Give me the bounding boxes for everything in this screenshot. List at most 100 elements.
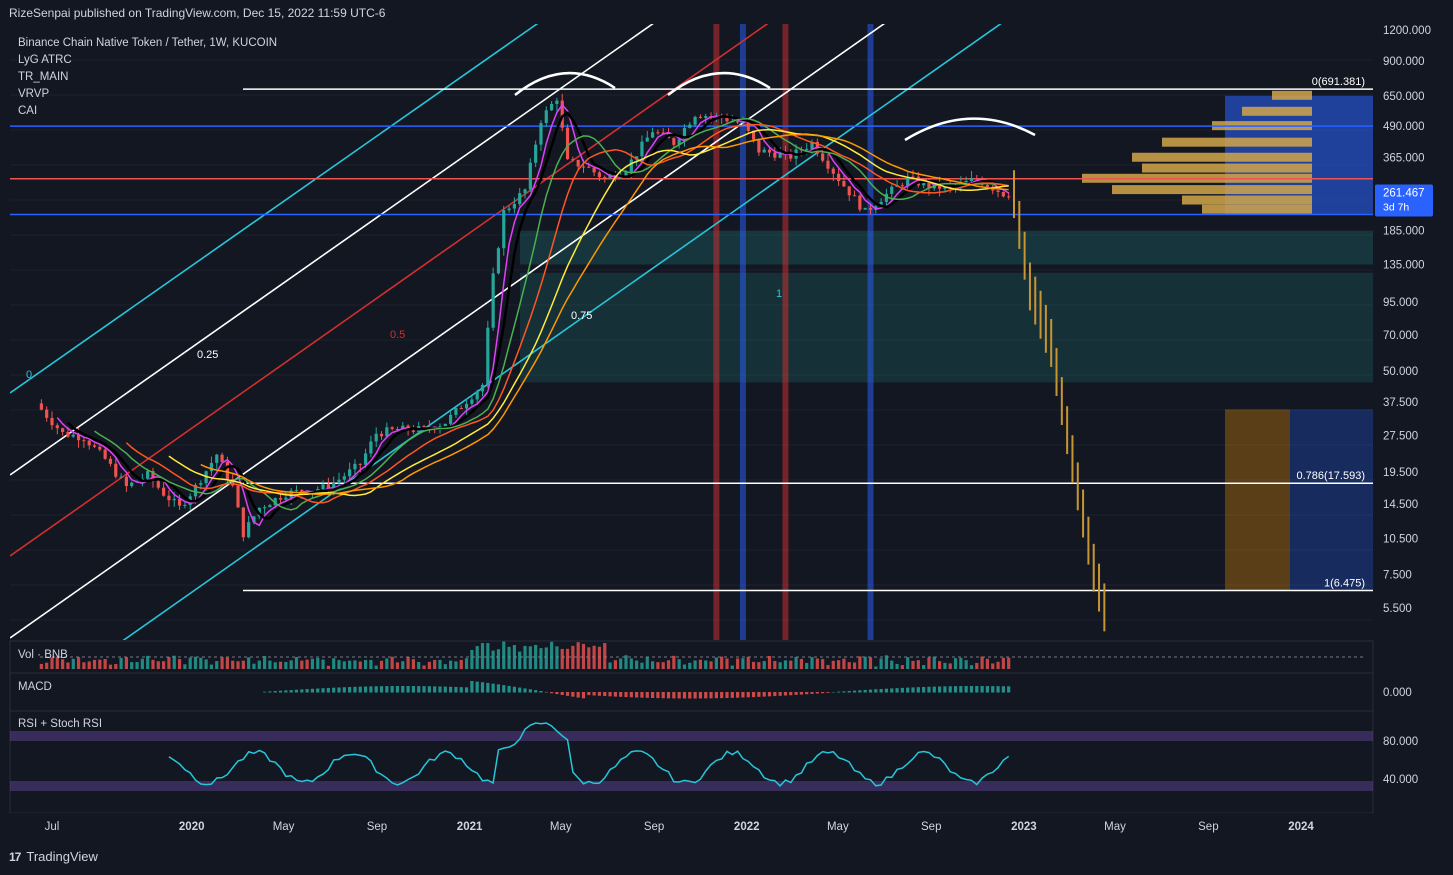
volume-bar bbox=[188, 657, 192, 669]
macd-histogram-bar bbox=[985, 686, 990, 693]
candle-body bbox=[50, 417, 54, 426]
volume-bar bbox=[502, 641, 506, 669]
indicator-lyg-atrc[interactable]: LyG ATRC bbox=[18, 52, 277, 69]
volume-bar bbox=[906, 657, 910, 669]
channel-label: 0.5 bbox=[390, 329, 405, 341]
macd-histogram-bar bbox=[969, 686, 974, 693]
volume-bar bbox=[980, 656, 984, 669]
candle-body bbox=[379, 433, 384, 437]
volume-bar bbox=[332, 658, 336, 669]
candle-body bbox=[119, 476, 123, 478]
macd-histogram-bar bbox=[459, 687, 463, 693]
candle-body bbox=[571, 159, 575, 161]
volume-bar bbox=[162, 661, 166, 669]
candle-body bbox=[459, 408, 463, 410]
macd-histogram-bar bbox=[900, 687, 904, 693]
volume-bar bbox=[215, 661, 219, 669]
fib-label-mid: 0.786(17.593) bbox=[1297, 470, 1366, 482]
candle-body bbox=[225, 461, 229, 480]
candle-body bbox=[220, 454, 224, 462]
time-tick-label: 2023 bbox=[1011, 821, 1037, 833]
volume-bar bbox=[640, 662, 644, 669]
volume-bar bbox=[220, 657, 224, 669]
macd-histogram-bar bbox=[847, 690, 851, 693]
macd-histogram-bar bbox=[635, 692, 639, 698]
macd-histogram-bar bbox=[964, 686, 968, 693]
vrvp-bar bbox=[1132, 152, 1312, 162]
time-tick-label: May bbox=[550, 821, 572, 833]
price-tick-label: 70.000 bbox=[1383, 330, 1418, 342]
indicator-tr-main[interactable]: TR_MAIN bbox=[18, 69, 277, 86]
rsi-pane-label[interactable]: RSI + Stoch RSI bbox=[18, 718, 102, 730]
volume-bar bbox=[480, 643, 485, 669]
chart-canvas[interactable]: 0 0.25 0.5 0.75 1 0(691.381) 0.786(17.593) 1(6.… bbox=[0, 0, 1453, 875]
volume-bar bbox=[225, 657, 229, 669]
volume-bar bbox=[369, 659, 373, 669]
macd-pane[interactable] bbox=[9, 672, 1374, 712]
bar-countdown: 3d 7h bbox=[1383, 202, 1409, 214]
macd-histogram-bar bbox=[730, 692, 734, 698]
volume-bar bbox=[592, 645, 596, 669]
candle-body bbox=[773, 152, 777, 158]
macd-histogram-bar bbox=[773, 692, 777, 697]
candle-body bbox=[592, 167, 596, 173]
candle-body bbox=[241, 507, 245, 538]
volume-bar bbox=[395, 662, 400, 669]
macd-histogram-bar bbox=[571, 692, 575, 697]
candle-body bbox=[507, 208, 511, 211]
macd-histogram-bar bbox=[767, 692, 772, 697]
volume-bar bbox=[560, 648, 564, 669]
volume-bar bbox=[751, 661, 756, 669]
candle-body bbox=[890, 186, 894, 194]
candle-body bbox=[688, 124, 692, 128]
volume-bar bbox=[438, 659, 442, 669]
chart-legend: Binance Chain Native Token / Tether, 1W,… bbox=[18, 35, 277, 120]
symbol-title[interactable]: Binance Chain Native Token / Tether, 1W,… bbox=[18, 35, 277, 52]
indicator-cai[interactable]: CAI bbox=[18, 103, 277, 120]
macd-histogram-bar bbox=[932, 686, 936, 693]
volume-bar bbox=[852, 662, 857, 669]
volume-bar bbox=[411, 659, 416, 669]
price-axis[interactable] bbox=[1373, 24, 1453, 824]
macd-histogram-bar bbox=[597, 692, 602, 696]
time-axis[interactable] bbox=[10, 813, 1373, 839]
macd-histogram-bar bbox=[422, 686, 426, 693]
volume-bar bbox=[725, 658, 729, 669]
price-tick-label: 95.000 bbox=[1383, 297, 1418, 309]
macd-histogram-bar bbox=[374, 686, 378, 693]
price-tick-label: 50.000 bbox=[1383, 366, 1418, 378]
price-tick-label: 1200.000 bbox=[1383, 25, 1431, 37]
volume-bar bbox=[629, 658, 633, 669]
volume-bar bbox=[401, 661, 405, 669]
volume-bar bbox=[953, 658, 958, 669]
macd-histogram-bar bbox=[470, 680, 474, 693]
candle-body bbox=[842, 181, 846, 187]
macd-histogram-bar bbox=[316, 688, 320, 693]
macd-histogram-bar bbox=[619, 692, 623, 697]
volume-bar bbox=[146, 655, 150, 669]
vrvp-bar bbox=[1162, 137, 1312, 147]
candle-body bbox=[87, 440, 91, 446]
volume-bar bbox=[789, 660, 793, 669]
volume-bar bbox=[773, 660, 777, 669]
volume-bar bbox=[603, 643, 607, 669]
macd-histogram-bar bbox=[682, 692, 687, 699]
indicator-vrvp[interactable]: VRVP bbox=[18, 86, 277, 103]
macd-pane-label[interactable]: MACD bbox=[18, 681, 52, 693]
candle-body bbox=[837, 173, 841, 182]
volume-bar bbox=[635, 660, 639, 669]
candle-body bbox=[268, 505, 272, 508]
candle-body bbox=[385, 427, 389, 437]
candle-body bbox=[172, 498, 176, 501]
volume-pane-label[interactable]: Vol · BNB bbox=[18, 649, 68, 661]
candle-body bbox=[985, 184, 990, 187]
rsi-pane[interactable] bbox=[9, 710, 1374, 814]
candle-body bbox=[348, 469, 352, 477]
time-tick-label: 2020 bbox=[179, 821, 205, 833]
candle-body bbox=[640, 141, 644, 157]
macd-histogram-bar bbox=[305, 689, 309, 693]
macd-histogram-bar bbox=[1001, 686, 1005, 693]
volume-bar bbox=[108, 664, 113, 669]
volume-bar bbox=[417, 662, 421, 669]
volume-bar bbox=[183, 664, 187, 669]
